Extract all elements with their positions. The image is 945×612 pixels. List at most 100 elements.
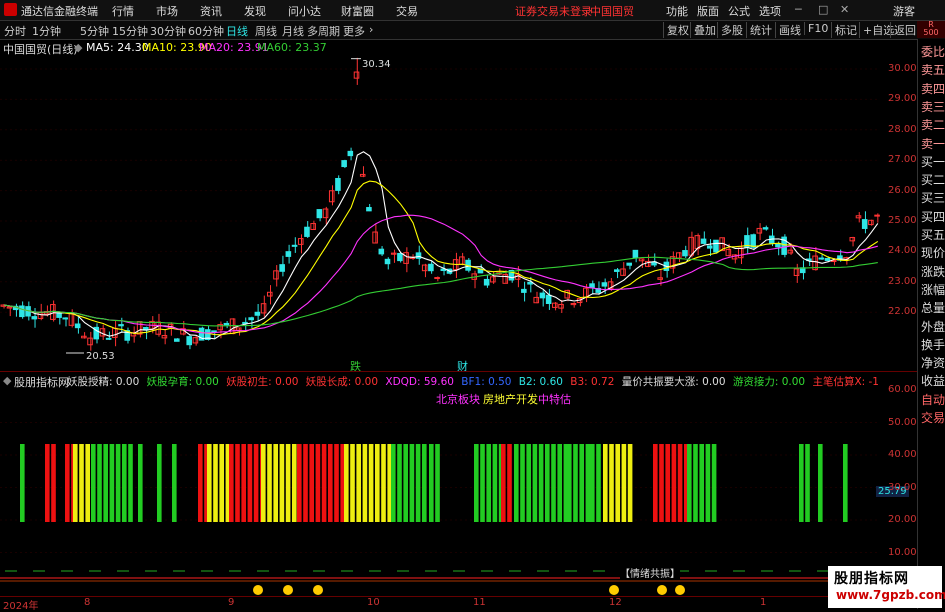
panel-label: 买一 — [921, 154, 945, 169]
indicator-bar — [375, 444, 380, 522]
btn-back[interactable]: 返回 — [890, 22, 916, 38]
indicator-values: 妖股授精: 0.00 妖股孕育: 0.00 妖股初生: 0.00 妖股长成: 0… — [67, 374, 879, 388]
indicator-bar — [91, 444, 96, 522]
indicator-bar — [520, 444, 525, 522]
menu-trade[interactable]: 交易 — [396, 3, 418, 19]
candle-body — [384, 258, 391, 265]
indicator-item: 主笔估算X: -1.71 — [812, 376, 879, 388]
r-badge[interactable]: R 500 — [917, 21, 945, 38]
resonance-label: 【情绪共振】 — [620, 565, 680, 580]
panel-label: 换手 — [921, 337, 945, 352]
period-more[interactable]: 更多 — [343, 23, 365, 39]
menu-fortune[interactable]: 财富圈 — [341, 3, 374, 19]
candle-body — [700, 238, 707, 244]
menu-function[interactable]: 功能 — [666, 3, 688, 19]
indicator-bar — [671, 444, 677, 522]
panel-label: 买五 — [921, 228, 945, 242]
period-intraday[interactable]: 分时 — [4, 23, 26, 39]
period-5min[interactable]: 5分钟 — [80, 23, 109, 39]
candle-body — [682, 250, 688, 257]
indicator-dropdown-icon[interactable]: ◆ — [3, 374, 11, 387]
candle-body — [428, 263, 434, 272]
candle-body — [564, 289, 571, 299]
indicator-bar — [567, 444, 572, 522]
btn-stats[interactable]: 统计 — [746, 22, 772, 38]
dropdown-icon[interactable]: ◆ — [74, 41, 82, 54]
period-monthly[interactable]: 月线 — [282, 23, 304, 39]
menu-news[interactable]: 资讯 — [200, 3, 222, 19]
candle-body — [521, 288, 527, 293]
menu-formula[interactable]: 公式 — [728, 3, 750, 19]
indicator-bar — [45, 444, 50, 522]
panel-label: 卖四 — [921, 81, 945, 96]
indicator-chart[interactable] — [0, 400, 880, 597]
indicator-bar — [115, 444, 121, 522]
candle-body — [632, 249, 639, 259]
indicator-bar — [409, 444, 415, 522]
emoji-marker — [657, 585, 667, 595]
chevron-right-icon[interactable]: › — [369, 23, 373, 36]
candle-body — [756, 227, 763, 234]
menu-layout[interactable]: 版面 — [697, 3, 719, 19]
indicator-bar — [545, 444, 550, 522]
btn-overlay[interactable]: 叠加 — [690, 22, 716, 38]
candlestick-chart[interactable] — [0, 55, 880, 370]
candle-body — [297, 238, 304, 245]
candle-body — [335, 177, 341, 191]
indicator-bar — [659, 444, 664, 522]
indicator-bar — [51, 444, 56, 522]
panel-label: 现价 — [921, 246, 945, 261]
login-warning[interactable]: 证券交易未登录 — [515, 3, 592, 19]
period-daily[interactable]: 日线 — [226, 23, 248, 39]
indicator-bar — [138, 444, 143, 522]
candle-body — [105, 337, 112, 340]
ma60-label: MA60: 23.37 — [257, 41, 327, 54]
menu-ask[interactable]: 问小达 — [288, 3, 321, 19]
indicator-bar — [492, 444, 498, 522]
indicator-bar — [711, 444, 717, 522]
period-multi[interactable]: 多周期 — [307, 23, 340, 39]
period-weekly[interactable]: 周线 — [255, 23, 277, 39]
indicator-bar — [381, 444, 386, 522]
indicator-bar — [532, 444, 538, 522]
close-icon[interactable]: ✕ — [840, 3, 849, 16]
date-sep: 9 — [228, 597, 235, 608]
candle-body — [706, 245, 713, 249]
candle-body — [366, 207, 372, 212]
candle-body — [855, 215, 862, 219]
indicator-item: BF1: 0.50 — [461, 376, 515, 388]
menu-market[interactable]: 市场 — [156, 3, 178, 19]
indicator-item: 游资接力: 0.00 — [732, 376, 809, 388]
minimize-icon[interactable]: ─ — [795, 3, 802, 16]
menu-discover[interactable]: 发现 — [244, 3, 266, 19]
candle-body — [552, 302, 558, 308]
period-30min[interactable]: 30分钟 — [150, 23, 186, 39]
emoji-marker — [253, 585, 263, 595]
btn-draw[interactable]: 画线 — [775, 22, 801, 38]
candle-body — [341, 160, 347, 168]
indicator-bar — [334, 444, 339, 522]
indicator-bar — [573, 444, 578, 522]
btn-restore-rights[interactable]: 复权 — [663, 22, 689, 38]
indicator-tick: 40.00 — [888, 449, 917, 460]
indicator-bar — [229, 444, 234, 522]
btn-f10[interactable]: F10 — [804, 22, 828, 35]
btn-multi-stock[interactable]: 多股 — [717, 22, 743, 38]
candle-body — [601, 282, 608, 287]
indicator-name[interactable]: 股朋指标网 — [14, 374, 69, 390]
candle-body — [558, 303, 564, 309]
period-1min[interactable]: 1分钟 — [32, 23, 61, 39]
candle-body — [694, 235, 701, 250]
btn-add-watchlist[interactable]: +自选 — [859, 22, 894, 38]
maximize-icon[interactable]: □ — [818, 3, 828, 16]
indicator-item: B2: 0.60 — [518, 376, 567, 388]
period-15min[interactable]: 15分钟 — [112, 23, 148, 39]
candle-body — [304, 226, 310, 237]
candle-body — [737, 247, 744, 259]
guest-label[interactable]: 游客 — [893, 3, 915, 19]
period-60min[interactable]: 60分钟 — [188, 23, 224, 39]
menu-options[interactable]: 选项 — [759, 3, 781, 19]
menu-quotes[interactable]: 行情 — [112, 3, 134, 19]
candle-body — [874, 214, 880, 217]
btn-mark[interactable]: 标记 — [831, 22, 857, 38]
